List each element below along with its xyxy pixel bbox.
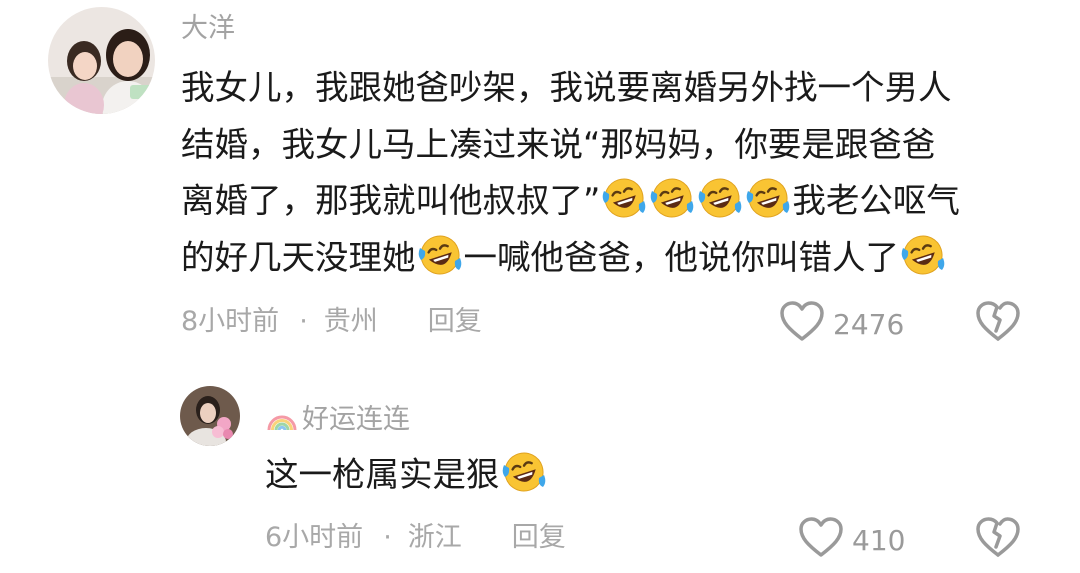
laugh-cry-emoji — [697, 175, 743, 221]
comment-text-segment: 这一枪属实是狠 — [265, 455, 500, 494]
comment-meta: 6小时前 · 浙江 回复 — [265, 520, 566, 556]
like-count: 2476 — [833, 308, 905, 341]
comment-line: 结婚，我女儿马上凑过来说“那妈妈，你要是跟爸爸 — [181, 117, 1061, 174]
heart-outline-icon — [798, 516, 844, 565]
laugh-cry-emoji — [649, 175, 695, 221]
comment-text-segment: 我女儿，我跟她爸吵架，我说要离婚另外找一个男人 — [181, 68, 952, 107]
broken-heart-icon — [975, 517, 1021, 563]
laugh-cry-emoji — [417, 232, 463, 278]
comment-meta: 8小时前 · 贵州 回复 — [181, 304, 482, 340]
like-button[interactable]: 410 — [798, 516, 905, 565]
comment-text: 这一枪属实是狠 — [265, 447, 1045, 504]
comment-time: 8小时前 — [181, 306, 280, 337]
comment-text-segment: 的好几天没理她 — [181, 237, 416, 277]
heart-outline-icon — [779, 300, 825, 349]
username[interactable]: 大洋 — [181, 12, 235, 46]
laugh-cry-emoji — [601, 175, 647, 221]
comment-text-segment: 结婚，我女儿马上凑过来说“那妈妈，你要是跟爸爸 — [181, 124, 936, 164]
laugh-cry-emoji — [900, 232, 946, 278]
dislike-button[interactable] — [975, 515, 1021, 563]
avatar[interactable] — [48, 7, 155, 114]
avatar[interactable] — [180, 386, 240, 446]
username-text: 好运连连 — [302, 404, 410, 435]
separator-dot: · — [299, 306, 308, 337]
comment-text-segment: 一喊他爸爸，他说你叫错人了 — [463, 237, 900, 277]
reply-button[interactable]: 回复 — [428, 306, 482, 337]
like-count: 410 — [852, 524, 906, 557]
like-button[interactable]: 2476 — [779, 300, 904, 349]
rainbow-icon — [266, 402, 298, 434]
broken-heart-icon — [975, 301, 1021, 347]
comment-line: 离婚了，那我就叫他叔叔了” 我老公呕气 — [181, 173, 1061, 230]
username[interactable]: 好运连连 — [266, 402, 410, 437]
comment-text-segment: 我老公呕气 — [792, 181, 960, 220]
comment-line: 我女儿，我跟她爸吵架，我说要离婚另外找一个男人 — [181, 60, 1061, 117]
comment-line: 这一枪属实是狠 — [265, 447, 1045, 504]
comment-text-segment: 离婚了，那我就叫他叔叔了” — [181, 181, 601, 220]
comment-time: 6小时前 — [265, 522, 364, 553]
comment-line: 的好几天没理她 一喊他爸爸，他说你叫错人了 — [181, 230, 1061, 287]
comment-location: 浙江 — [407, 522, 462, 553]
separator-dot: · — [383, 522, 392, 553]
laugh-cry-emoji — [745, 175, 791, 221]
reply-button[interactable]: 回复 — [512, 522, 566, 553]
dislike-button[interactable] — [975, 299, 1021, 347]
laugh-cry-emoji — [501, 449, 547, 495]
comment-text: 我女儿，我跟她爸吵架，我说要离婚另外找一个男人 结婚，我女儿马上凑过来说“那妈妈，… — [181, 60, 1061, 286]
comment-location: 贵州 — [323, 306, 378, 337]
